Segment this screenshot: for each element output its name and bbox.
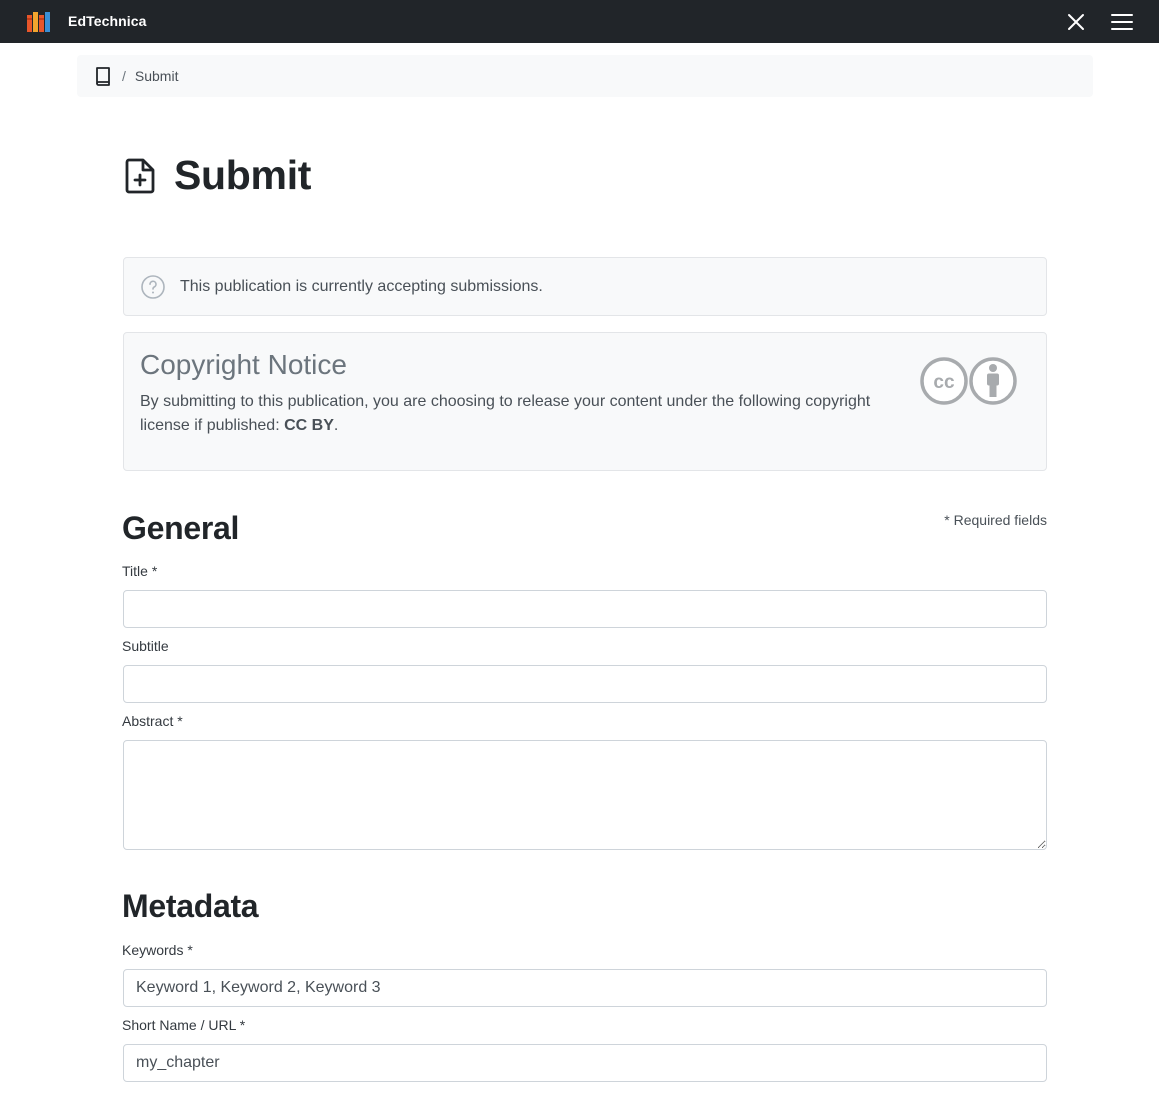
copyright-body-suffix: . xyxy=(333,417,339,434)
breadcrumb-current: Submit xyxy=(134,68,179,84)
abstract-textarea[interactable] xyxy=(123,740,1047,850)
breadcrumb-separator: / xyxy=(122,68,126,84)
shortname-input[interactable] xyxy=(123,1044,1047,1082)
page-header: Submit xyxy=(123,152,311,199)
subtitle-input[interactable] xyxy=(123,665,1047,703)
copyright-notice-panel: Copyright Notice By submitting to this p… xyxy=(123,332,1047,471)
app-title[interactable]: EdTechnica xyxy=(68,13,147,29)
title-input[interactable] xyxy=(123,590,1047,628)
books-logo-icon[interactable] xyxy=(27,12,50,32)
shortname-label: Short Name / URL * xyxy=(122,1017,246,1033)
keywords-input[interactable] xyxy=(123,969,1047,1007)
submission-status-notice: This publication is currently accepting … xyxy=(123,257,1047,316)
close-icon[interactable] xyxy=(1066,12,1086,32)
question-circle-icon xyxy=(141,274,165,299)
breadcrumb: / Submit xyxy=(77,55,1093,97)
copyright-body: By submitting to this publication, you a… xyxy=(140,390,900,438)
book-icon[interactable] xyxy=(94,66,112,86)
keywords-label: Keywords * xyxy=(122,942,193,958)
license-name: CC BY xyxy=(284,417,334,434)
hamburger-menu-icon[interactable] xyxy=(1111,12,1133,32)
title-label: Title * xyxy=(122,563,158,579)
cc-by-license-icon: cc xyxy=(920,357,1017,405)
general-heading: General xyxy=(122,510,240,546)
metadata-heading: Metadata xyxy=(122,888,259,924)
copyright-body-text: By submitting to this publication, you a… xyxy=(140,393,871,434)
svg-text:cc: cc xyxy=(933,372,955,393)
top-navbar: EdTechnica xyxy=(0,0,1159,43)
file-plus-icon xyxy=(125,158,155,193)
copyright-title: Copyright Notice xyxy=(140,349,347,380)
page-title: Submit xyxy=(174,152,312,198)
subtitle-label: Subtitle xyxy=(122,638,169,654)
abstract-label: Abstract * xyxy=(122,713,183,729)
notice-text: This publication is currently accepting … xyxy=(180,277,543,295)
required-fields-note: * Required fields xyxy=(944,512,1047,528)
